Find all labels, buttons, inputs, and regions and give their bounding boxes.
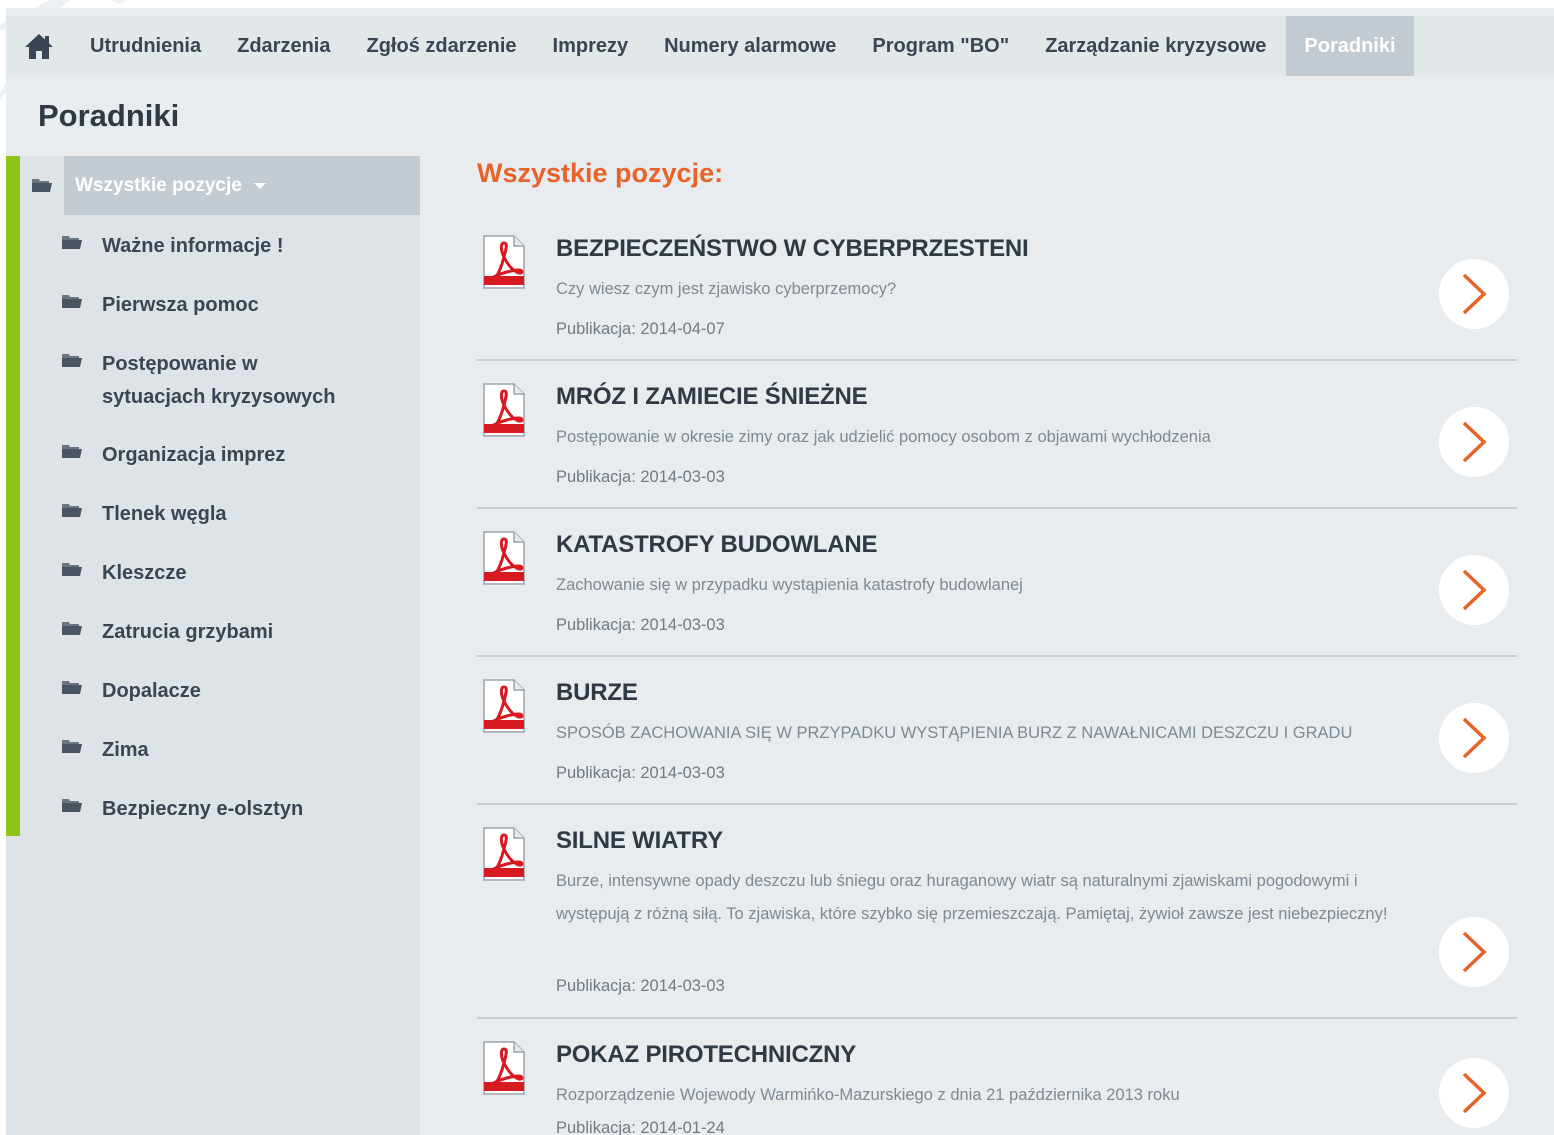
guide-entry: BURZE SPOSÓB ZACHOWANIA SIĘ W PRZYPADKU … [477, 679, 1517, 799]
sidebar-item-kleszcze[interactable]: Kleszcze [62, 557, 402, 590]
guide-entry: SILNE WIATRY Burze, intensywne opady des… [477, 827, 1517, 1017]
sidebar-item-zima[interactable]: Zima [62, 734, 402, 767]
chevron-right-icon [1462, 717, 1487, 759]
sidebar-all-items: Wszystkie pozycje [20, 156, 420, 215]
entry-publication-date: Publikacja: 2014-01-24 [556, 1119, 725, 1135]
entry-publication-date: Publikacja: 2014-04-07 [556, 320, 725, 338]
entry-title[interactable]: BEZPIECZEŃSTWO W CYBERPRZESTENI [556, 235, 1029, 263]
entry-divider [477, 359, 1517, 361]
sidebar-item-zatrucia-grzybami[interactable]: Zatrucia grzybami [62, 616, 402, 649]
all-items-label: Wszystkie pozycje [75, 174, 242, 196]
sidebar-item-dopalacze[interactable]: Dopalacze [62, 675, 402, 708]
all-items-dropdown[interactable]: Wszystkie pozycje [64, 156, 420, 215]
folder-icon [20, 156, 64, 215]
pdf-file-icon[interactable] [482, 531, 526, 585]
pdf-file-icon[interactable] [482, 679, 526, 733]
page-title: Poradniki [38, 98, 180, 133]
entry-title[interactable]: POKAZ PIROTECHNICZNY [556, 1041, 856, 1069]
entry-title[interactable]: SILNE WIATRY [556, 827, 723, 855]
chevron-right-icon [1462, 931, 1487, 973]
sidebar-item-label: Dopalacze [102, 680, 201, 702]
sidebar-item-bezpieczny-e-olsztyn[interactable]: Bezpieczny e-olsztyn [62, 793, 402, 826]
page-frame: Utrudnienia Zdarzenia Zgłoś zdarzenie Im… [6, 8, 1554, 1135]
entry-publication-date: Publikacja: 2014-03-03 [556, 468, 725, 486]
sidebar-accent-bar [6, 156, 20, 836]
nav-item-zarzadzanie-kryzysowe[interactable]: Zarządzanie kryzysowe [1027, 16, 1284, 76]
folder-icon [62, 289, 102, 309]
sidebar-item-label: Ważne informacje ! [102, 235, 284, 257]
pdf-file-icon[interactable] [482, 235, 526, 289]
entry-divider [477, 507, 1517, 509]
chevron-right-icon [1462, 569, 1487, 611]
nav-item-zglos-zdarzenie[interactable]: Zgłoś zdarzenie [348, 16, 534, 76]
nav-item-numery-alarmowe[interactable]: Numery alarmowe [646, 16, 854, 76]
entry-publication-date: Publikacja: 2014-03-03 [556, 616, 725, 634]
nav-item-program-bo[interactable]: Program "BO" [854, 16, 1027, 76]
entry-title[interactable]: BURZE [556, 679, 638, 707]
folder-icon [62, 557, 102, 577]
guide-entry: MRÓZ I ZAMIECIE ŚNIEŻNE Postępowanie w o… [477, 383, 1517, 503]
folder-icon [62, 734, 102, 754]
folder-icon [62, 616, 102, 636]
home-button[interactable] [6, 16, 72, 76]
folder-icon [62, 230, 102, 250]
pdf-file-icon[interactable] [482, 1041, 526, 1095]
open-entry-button[interactable] [1439, 917, 1509, 987]
caret-down-icon [253, 182, 266, 189]
folder-icon [62, 675, 102, 695]
sidebar-item-label: Zatrucia grzybami [102, 621, 274, 643]
open-entry-button[interactable] [1439, 259, 1509, 329]
entry-description: Zachowanie się w przypadku wystąpienia k… [556, 576, 1023, 594]
folder-icon [62, 793, 102, 813]
entry-title[interactable]: KATASTROFY BUDOWLANE [556, 531, 878, 559]
entry-description: SPOSÓB ZACHOWANIA SIĘ W PRZYPADKU WYSTĄP… [556, 724, 1353, 742]
sidebar-item-organizacja-imprez[interactable]: Organizacja imprez [62, 439, 402, 472]
entry-description: Burze, intensywne opady deszczu lub śnie… [556, 872, 1388, 923]
sidebar-item-label: Tlenek węgla [102, 503, 227, 525]
folder-icon [62, 498, 102, 518]
sidebar-item-pierwsza-pomoc[interactable]: Pierwsza pomoc [62, 289, 402, 322]
pdf-file-icon[interactable] [482, 383, 526, 437]
entry-divider [477, 803, 1517, 805]
open-entry-button[interactable] [1439, 555, 1509, 625]
entry-divider [477, 655, 1517, 657]
open-entry-button[interactable] [1439, 703, 1509, 773]
sidebar-item-wazne-informacje[interactable]: Ważne informacje ! [62, 230, 402, 263]
home-icon [25, 34, 53, 59]
chevron-right-icon [1462, 273, 1487, 315]
chevron-right-icon [1462, 421, 1487, 463]
folder-icon [62, 348, 102, 368]
sidebar-item-label: Bezpieczny e-olsztyn [102, 798, 304, 820]
guide-entry: BEZPIECZEŃSTWO W CYBERPRZESTENI Czy wies… [477, 235, 1517, 355]
nav-item-poradniki[interactable]: Poradniki [1286, 16, 1414, 76]
guide-entry: KATASTROFY BUDOWLANE Zachowanie się w pr… [477, 531, 1517, 651]
sidebar-item-label: Postępowanie w sytuacjach kryzysowych [102, 353, 336, 408]
entry-description: Czy wiesz czym jest zjawisko cyberprzemo… [556, 280, 897, 298]
nav-item-imprezy[interactable]: Imprezy [535, 16, 647, 76]
chevron-right-icon [1462, 1072, 1487, 1114]
sidebar-item-label: Organizacja imprez [102, 444, 286, 466]
entry-description: Postępowanie w okresie zimy oraz jak udz… [556, 428, 1211, 446]
nav-item-utrudnienia[interactable]: Utrudnienia [72, 16, 219, 76]
entry-title[interactable]: MRÓZ I ZAMIECIE ŚNIEŻNE [556, 383, 868, 411]
entry-publication-date: Publikacja: 2014-03-03 [556, 764, 725, 782]
guide-entry: POKAZ PIROTECHNICZNY Rozporządzenie Woje… [477, 1041, 1517, 1135]
pdf-file-icon[interactable] [482, 827, 526, 881]
open-entry-button[interactable] [1439, 1058, 1509, 1128]
open-entry-button[interactable] [1439, 407, 1509, 477]
sidebar-item-label: Pierwsza pomoc [102, 294, 259, 316]
sidebar-item-postepowanie[interactable]: Postępowanie w sytuacjach kryzysowych [62, 348, 362, 414]
nav-item-zdarzenia[interactable]: Zdarzenia [219, 16, 348, 76]
section-title: Wszystkie pozycje: [477, 158, 724, 188]
sidebar-item-label: Kleszcze [102, 562, 187, 584]
top-navigation: Utrudnienia Zdarzenia Zgłoś zdarzenie Im… [6, 16, 1554, 76]
entry-description: Rozporządzenie Wojewody Warmińko-Mazursk… [556, 1086, 1180, 1104]
folder-icon [62, 439, 102, 459]
entry-publication-date: Publikacja: 2014-03-03 [556, 977, 725, 995]
entry-divider [477, 1017, 1517, 1019]
sidebar-item-label: Zima [102, 739, 149, 761]
sidebar-item-tlenek-wegla[interactable]: Tlenek węgla [62, 498, 402, 531]
